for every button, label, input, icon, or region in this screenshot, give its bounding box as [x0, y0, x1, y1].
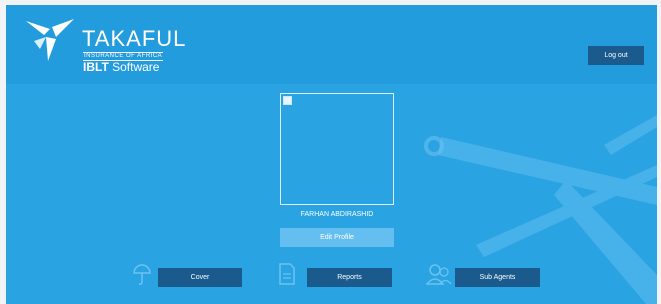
takaful-logo-icon: [26, 19, 74, 61]
logout-button[interactable]: Log out: [588, 46, 644, 65]
product-name: IBLT Software: [83, 60, 159, 74]
broken-image-icon: [283, 96, 292, 105]
user-name: FARHAN ABDIRASHID: [300, 211, 374, 218]
product-name-rest: Software: [108, 60, 160, 74]
sub-agents-button[interactable]: Sub Agents: [455, 268, 540, 287]
users-icon: [426, 264, 452, 285]
edit-profile-button[interactable]: Edit Profile: [280, 228, 394, 247]
cover-button[interactable]: Cover: [158, 268, 242, 287]
company-logo: TAKAFUL INSURANCE OF AFRICA IBLT Softwar…: [16, 13, 185, 83]
header-bar: TAKAFUL INSURANCE OF AFRICA IBLT Softwar…: [6, 5, 657, 84]
app-window: TAKAFUL INSURANCE OF AFRICA IBLT Softwar…: [6, 5, 657, 304]
product-name-bold: IBLT: [83, 60, 109, 74]
brand-name: TAKAFUL: [82, 26, 187, 51]
reports-button[interactable]: Reports: [307, 268, 392, 287]
umbrella-icon: [133, 264, 151, 285]
profile-photo: [280, 93, 394, 205]
document-icon: [279, 263, 295, 285]
